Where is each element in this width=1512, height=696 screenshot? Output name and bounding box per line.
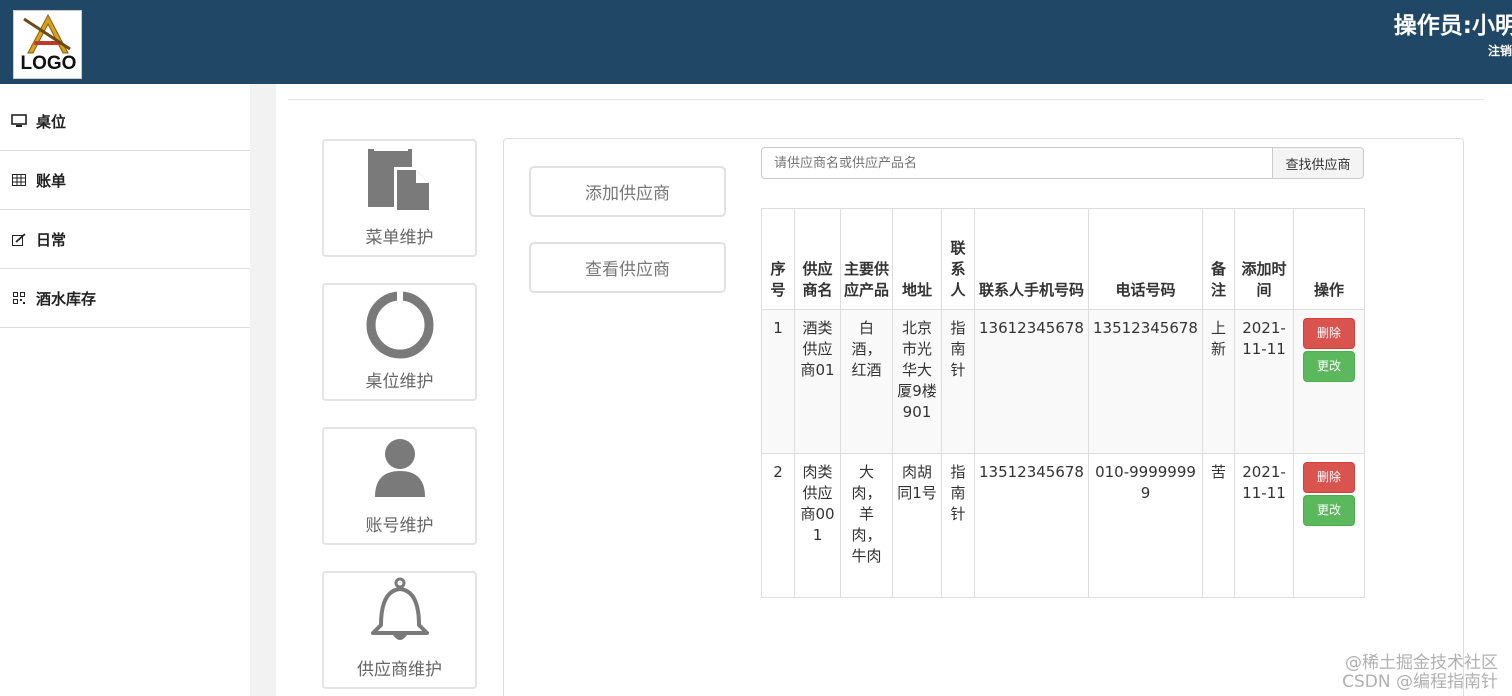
sidebar-item-bill[interactable]: 账单 bbox=[0, 151, 250, 210]
cell-remark: 苦 bbox=[1202, 453, 1235, 598]
logo-emblem-icon bbox=[23, 13, 71, 54]
cell-address: 北京市光华大厦9楼901 bbox=[892, 309, 942, 454]
cell-no: 2 bbox=[761, 453, 795, 598]
tile-label: 供应商维护 bbox=[357, 660, 442, 680]
cell-mobile: 13612345678 bbox=[974, 309, 1089, 454]
cell-contact: 指南针 bbox=[941, 309, 975, 454]
cell-remark: 上新 bbox=[1202, 309, 1235, 454]
update-button[interactable]: 更改 bbox=[1303, 495, 1355, 526]
column-header: 添加时间 bbox=[1234, 208, 1294, 310]
tile-label: 桌位维护 bbox=[365, 372, 434, 392]
cell-phone: 13512345678 bbox=[1088, 309, 1203, 454]
tile-menu-maintenance[interactable]: 菜单维护 bbox=[322, 139, 477, 257]
column-header: 操作 bbox=[1293, 208, 1365, 310]
column-header: 联系人手机号码 bbox=[974, 208, 1089, 310]
table-icon bbox=[10, 173, 28, 187]
column-header: 供应商名 bbox=[794, 208, 841, 310]
cell-operations: 删除 更改 bbox=[1293, 309, 1365, 454]
content-divider bbox=[288, 99, 1484, 100]
sidebar-item-desk[interactable]: 桌位 bbox=[0, 92, 250, 151]
logo-text: LOGO bbox=[20, 53, 77, 74]
qrcode-icon bbox=[10, 291, 28, 305]
tile-desk-maintenance[interactable]: 桌位维护 bbox=[322, 283, 477, 401]
supplier-search-input[interactable] bbox=[761, 147, 1273, 179]
cell-contact: 指南针 bbox=[941, 453, 975, 598]
tile-label: 菜单维护 bbox=[365, 228, 434, 248]
sidebar-item-label: 酒水库存 bbox=[36, 289, 97, 308]
operator-name: 操作员:小明 bbox=[1393, 13, 1512, 39]
logout-link[interactable]: 注销 bbox=[1488, 42, 1512, 59]
sidebar-item-label: 桌位 bbox=[36, 112, 67, 131]
cell-added-time: 2021-11-11 bbox=[1234, 453, 1294, 598]
cell-added-time: 2021-11-11 bbox=[1234, 309, 1294, 454]
tile-account-maintenance[interactable]: 账号维护 bbox=[322, 427, 477, 545]
sidebar-item-daily[interactable]: 日常 bbox=[0, 210, 250, 269]
bell-icon bbox=[370, 577, 429, 640]
watermark-line: @稀土掘金技术社区 bbox=[1345, 653, 1498, 673]
user-icon bbox=[374, 439, 425, 497]
update-button[interactable]: 更改 bbox=[1303, 351, 1355, 382]
content-gutter bbox=[250, 84, 276, 696]
add-supplier-button[interactable]: 添加供应商 bbox=[529, 166, 726, 217]
cell-supplier-name: 酒类供应商01 bbox=[794, 309, 841, 454]
delete-button[interactable]: 删除 bbox=[1303, 462, 1355, 493]
sidebar-item-label: 日常 bbox=[36, 230, 67, 249]
view-supplier-button[interactable]: 查看供应商 bbox=[529, 242, 726, 293]
sidebar-item-drink-stock[interactable]: 酒水库存 bbox=[0, 269, 250, 328]
monitor-icon bbox=[10, 114, 28, 128]
column-header: 联系人 bbox=[941, 208, 975, 310]
sidebar-item-label: 账单 bbox=[36, 171, 67, 190]
cell-mobile: 13512345678 bbox=[974, 453, 1089, 598]
column-header: 主要供应产品 bbox=[840, 208, 893, 310]
edit-icon bbox=[10, 232, 28, 246]
table-header-row: 序号 供应商名 主要供应产品 地址 联系人 联系人手机号码 电话号码 备注 添加… bbox=[761, 208, 1365, 310]
cell-products: 大肉，羊肉，牛肉 bbox=[840, 453, 893, 598]
table-row: 2 肉类供应商001 大肉，羊肉，牛肉 肉胡同1号 指南针 1351234567… bbox=[761, 453, 1365, 598]
column-header: 地址 bbox=[892, 208, 942, 310]
watermark: @稀土掘金技术社区 CSDN @编程指南针 bbox=[1342, 654, 1498, 692]
column-header: 电话号码 bbox=[1088, 208, 1203, 310]
column-header: 备注 bbox=[1202, 208, 1235, 310]
search-supplier-button[interactable]: 查找供应商 bbox=[1272, 147, 1364, 179]
supplier-table: 序号 供应商名 主要供应产品 地址 联系人 联系人手机号码 电话号码 备注 添加… bbox=[761, 208, 1365, 598]
delete-button[interactable]: 删除 bbox=[1303, 318, 1355, 349]
logo[interactable]: LOGO bbox=[13, 10, 82, 79]
column-header: 序号 bbox=[761, 208, 795, 310]
cell-address: 肉胡同1号 bbox=[892, 453, 942, 598]
cell-no: 1 bbox=[761, 309, 795, 454]
tile-supplier-maintenance[interactable]: 供应商维护 bbox=[322, 571, 477, 689]
cell-products: 白酒，红酒 bbox=[840, 309, 893, 454]
tile-label: 账号维护 bbox=[365, 516, 434, 536]
cell-phone: 010-99999999 bbox=[1088, 453, 1203, 598]
cell-operations: 删除 更改 bbox=[1293, 453, 1365, 598]
sidebar: 桌位 账单 日常 酒水库存 bbox=[0, 92, 250, 328]
document-icon bbox=[367, 147, 432, 213]
cell-supplier-name: 肉类供应商001 bbox=[794, 453, 841, 598]
top-bar: LOGO 操作员:小明 注销 bbox=[0, 0, 1512, 84]
table-row: 1 酒类供应商01 白酒，红酒 北京市光华大厦9楼901 指南针 1361234… bbox=[761, 309, 1365, 454]
ring-icon bbox=[366, 289, 433, 359]
watermark-line: CSDN @编程指南针 bbox=[1342, 672, 1498, 692]
